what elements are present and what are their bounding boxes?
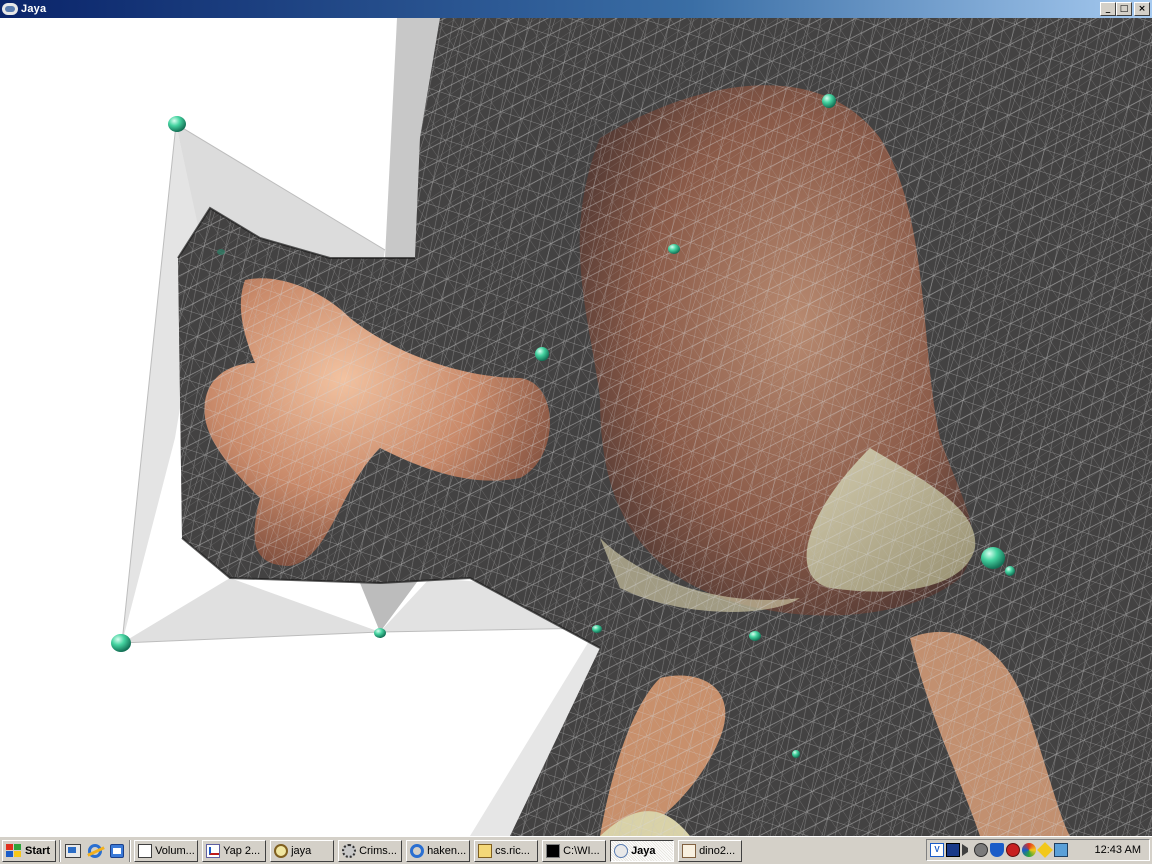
control-point[interactable] <box>111 634 131 652</box>
control-point[interactable] <box>535 347 549 361</box>
search-folder-icon <box>274 843 289 858</box>
control-point[interactable] <box>822 94 836 108</box>
taskbar: Start Volum... Yap 2... jaya Crims... ha… <box>0 836 1152 864</box>
speaker-icon[interactable] <box>962 844 972 856</box>
clock[interactable]: 12:43 AM <box>1095 844 1141 856</box>
document-icon <box>138 843 153 858</box>
quick-launch <box>64 842 126 860</box>
jaya-app-icon[interactable] <box>2 3 18 15</box>
task-button-haken[interactable]: haken... <box>406 839 471 862</box>
task-buttons: Volum... Yap 2... jaya Crims... haken...… <box>134 839 743 862</box>
task-button-dino[interactable]: dino2... <box>678 839 743 862</box>
3d-scene[interactable] <box>0 18 1152 836</box>
control-point[interactable] <box>1005 566 1015 576</box>
command-prompt-icon <box>546 843 561 858</box>
internet-explorer-icon[interactable] <box>86 842 104 860</box>
control-point[interactable] <box>168 116 186 132</box>
network-icon[interactable] <box>946 843 960 857</box>
taskbar-separator <box>59 839 62 862</box>
windows-logo-icon <box>6 843 22 858</box>
chart-icon <box>206 843 221 858</box>
vc-icon[interactable]: V <box>930 843 944 857</box>
control-point[interactable] <box>792 750 800 758</box>
control-point[interactable] <box>374 628 386 638</box>
image-icon <box>682 843 697 858</box>
maximize-button[interactable]: □ <box>1116 2 1132 16</box>
start-button[interactable]: Start <box>2 839 57 862</box>
color-icon[interactable] <box>1022 843 1036 857</box>
wireframe-overlay <box>177 18 1152 836</box>
network-folder-icon <box>478 843 493 858</box>
control-point[interactable] <box>592 625 602 633</box>
system-tray: V 12:43 AM <box>926 839 1150 861</box>
taskbar-separator <box>129 839 132 862</box>
window-controls: _ □ × <box>1100 2 1150 16</box>
pencil-icon[interactable] <box>1037 842 1053 858</box>
gear-icon <box>342 843 357 858</box>
shield-icon[interactable] <box>990 843 1004 857</box>
control-point[interactable] <box>981 547 1005 569</box>
control-point[interactable] <box>668 244 680 254</box>
internet-explorer-icon <box>410 843 425 858</box>
control-point[interactable] <box>217 249 225 255</box>
task-button-jaya[interactable]: Jaya <box>610 839 675 862</box>
minimize-button[interactable]: _ <box>1100 2 1116 16</box>
control-point[interactable] <box>749 631 761 641</box>
outlook-express-icon[interactable] <box>108 842 126 860</box>
settings-icon[interactable] <box>974 843 988 857</box>
title-bar[interactable]: Jaya _ □ × <box>0 0 1152 18</box>
start-label: Start <box>25 844 51 857</box>
close-button[interactable]: × <box>1134 2 1150 16</box>
task-button-command-prompt[interactable]: C:\WI... <box>542 839 607 862</box>
3d-viewport[interactable] <box>0 18 1152 836</box>
monitor-icon[interactable] <box>1054 843 1068 857</box>
task-button-volume[interactable]: Volum... <box>134 839 199 862</box>
show-desktop-icon[interactable] <box>64 842 82 860</box>
jaya-app-icon <box>614 843 629 858</box>
task-button-crimson[interactable]: Crims... <box>338 839 403 862</box>
antivirus-icon[interactable] <box>1006 843 1020 857</box>
task-button-cs-rice[interactable]: cs.ric... <box>474 839 539 862</box>
task-button-jaya-folder[interactable]: jaya <box>270 839 335 862</box>
window-title: Jaya <box>21 3 47 15</box>
task-button-yap[interactable]: Yap 2... <box>202 839 267 862</box>
